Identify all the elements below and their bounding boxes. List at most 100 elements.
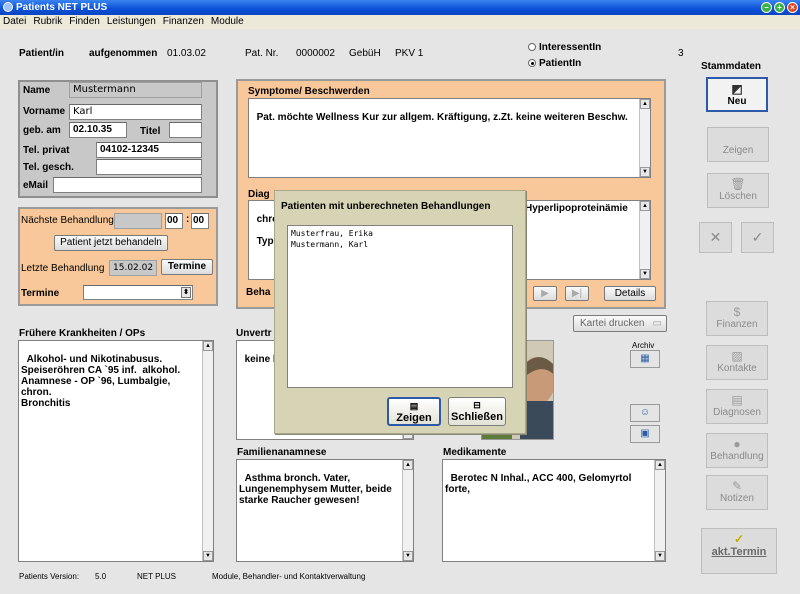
save-disk-icon[interactable]: ▣ — [630, 425, 660, 443]
gebuehr-label: GebüH — [349, 48, 381, 59]
scroll-down-icon[interactable]: ▼ — [403, 551, 413, 561]
scroll-down-icon[interactable]: ▼ — [640, 167, 650, 177]
akt-termin-button[interactable]: ✓ akt.Termin — [701, 528, 777, 574]
scroll-up-icon[interactable]: ▲ — [403, 460, 413, 470]
menu-datei[interactable]: Datei — [3, 15, 26, 29]
trash-icon: 🗑 — [730, 177, 746, 191]
unbilled-treatments-dialog: Patienten mit unberechneten Behandlungen… — [274, 190, 526, 434]
email-field[interactable] — [53, 177, 202, 193]
scroll-down-icon[interactable]: ▼ — [203, 551, 213, 561]
patient-jetzt-behandeln-button[interactable]: Patient jetzt behandeln — [54, 235, 168, 251]
maximize-icon[interactable]: + — [774, 2, 785, 13]
stammdaten-label: Stammdaten — [701, 61, 762, 72]
minute-field[interactable]: 00 — [191, 213, 209, 229]
scroll-up-icon[interactable]: ▲ — [640, 99, 650, 109]
medikamente-scrollbar[interactable]: ▲ ▼ — [654, 460, 665, 561]
familien-textarea[interactable]: Asthma bronch. Vater, Lungenemphysem Mut… — [236, 459, 414, 562]
dropdown-arrow-icon[interactable]: ⬍ — [181, 287, 191, 298]
radio-interessent[interactable] — [528, 43, 536, 51]
finanzen-button[interactable]: $ Finanzen — [706, 301, 768, 336]
menu-leistungen[interactable]: Leistungen — [107, 15, 156, 29]
familien-label: Familienanamnese — [237, 447, 327, 458]
vorname-field[interactable]: Karl — [69, 104, 202, 120]
zeigen-button[interactable]: Zeigen — [707, 127, 769, 162]
dollar-icon: $ — [733, 305, 741, 319]
scroll-up-icon[interactable]: ▲ — [655, 460, 665, 470]
dialog-schliessen-button[interactable]: ⊟ Schließen — [448, 397, 506, 426]
titel-field[interactable] — [169, 122, 202, 138]
printer-icon: ▭ — [652, 318, 662, 329]
kartei-drucken-button[interactable]: Kartei drucken ▭ — [573, 315, 667, 332]
scroll-down-icon[interactable]: ▼ — [640, 269, 650, 279]
fruehere-scrollbar[interactable]: ▲ ▼ — [202, 341, 213, 561]
photo-person-icon[interactable]: ☺ — [630, 404, 660, 422]
scroll-down-icon[interactable]: ▼ — [655, 551, 665, 561]
radio-patient[interactable] — [528, 59, 536, 67]
list-item[interactable]: Mustermann, Karl — [291, 239, 509, 250]
naechste-date-field[interactable] — [114, 213, 162, 229]
kontakte-label: Kontakte — [717, 363, 757, 374]
tel-gesch-field[interactable] — [96, 159, 202, 175]
termine-button[interactable]: Termine — [161, 259, 213, 275]
tel-privat-field[interactable]: 04102-12345 — [96, 142, 202, 158]
neu-button[interactable]: ◩ Neu — [706, 77, 768, 112]
diagnosen-button[interactable]: ▤ Diagnosen — [706, 389, 768, 424]
calendar-icon[interactable]: ▦ — [630, 350, 660, 368]
symptome-textarea[interactable]: Pat. möchte Wellness Kur zur allgem. Krä… — [248, 98, 651, 178]
geb-label: geb. am — [23, 125, 61, 136]
kartei-drucken-label: Kartei drucken — [580, 318, 645, 329]
cancel-x-icon[interactable]: ✕ — [699, 222, 732, 253]
kontakte-button[interactable]: ▨ Kontakte — [706, 345, 768, 380]
email-label: eMail — [23, 180, 49, 191]
geb-field[interactable]: 02.10.35 — [69, 122, 127, 138]
patient-list[interactable]: Musterfrau, Erika Mustermann, Karl — [287, 225, 513, 388]
behandlung-label: Beha — [246, 287, 271, 298]
finanzen-label: Finanzen — [716, 319, 758, 330]
menu-bar: Datei Rubrik Finden Leistungen Finanzen … — [0, 15, 800, 29]
last-icon[interactable]: ▶| — [565, 286, 589, 301]
menu-module[interactable]: Module — [211, 15, 244, 29]
diagnosen-scrollbar[interactable]: ▲ ▼ — [639, 201, 650, 279]
fruehere-textarea[interactable]: Alkohol- und Nikotinabusus. Speiseröhren… — [18, 340, 214, 562]
minimize-icon[interactable]: – — [761, 2, 772, 13]
unvertr-label: Unvertr — [236, 328, 272, 339]
next-icon[interactable]: ▶ — [533, 286, 557, 301]
pin-icon: ● — [733, 437, 741, 451]
dialog-zeigen-label: Zeigen — [396, 412, 432, 424]
kasse-value: PKV 1 — [395, 48, 424, 59]
footer-version: 5.0 — [95, 572, 107, 581]
notizen-button[interactable]: ✎ Notizen — [706, 475, 768, 510]
pat-nr-value: 0000002 — [296, 48, 335, 59]
symptome-text: Pat. möchte Wellness Kur zur allgem. Krä… — [256, 112, 628, 123]
loeschen-button[interactable]: 🗑 Löschen — [707, 173, 769, 208]
familien-scrollbar[interactable]: ▲ ▼ — [402, 460, 413, 561]
medikamente-label: Medikamente — [443, 447, 507, 458]
diagnosen-label: Diag — [248, 189, 270, 200]
behandlung-button[interactable]: ● Behandlung — [706, 433, 768, 468]
footer-version-label: Patients Version: — [19, 572, 80, 581]
name-label: Name — [23, 85, 51, 96]
diagnosen-button-label: Diagnosen — [713, 407, 761, 418]
confirm-check-icon[interactable]: ✓ — [741, 222, 774, 253]
scroll-up-icon[interactable]: ▲ — [203, 341, 213, 351]
contacts-icon: ▨ — [731, 349, 743, 363]
aufgenommen-label: aufgenommen — [89, 48, 158, 59]
symptome-scrollbar[interactable]: ▲ ▼ — [639, 99, 650, 177]
name-field[interactable]: Mustermann — [69, 82, 202, 98]
fruehere-text: Alkohol- und Nikotinabusus. Speiseröhren… — [21, 354, 181, 409]
menu-rubrik[interactable]: Rubrik — [33, 15, 62, 29]
pat-nr-label: Pat. Nr. — [245, 48, 279, 59]
menu-finanzen[interactable]: Finanzen — [163, 15, 204, 29]
zeigen-label: Zeigen — [722, 145, 754, 156]
dialog-zeigen-button[interactable]: ▤ Zeigen — [387, 397, 441, 426]
medikamente-textarea[interactable]: Berotec N Inhal., ACC 400, Gelomyrtol fo… — [442, 459, 666, 562]
scroll-up-icon[interactable]: ▲ — [640, 201, 650, 211]
footer-description: Module, Behandler- und Kontaktverwaltung — [212, 572, 366, 581]
list-item[interactable]: Musterfrau, Erika — [291, 228, 509, 239]
hour-field[interactable]: 00 — [165, 213, 183, 229]
details-button[interactable]: Details — [604, 286, 656, 301]
menu-finden[interactable]: Finden — [69, 15, 100, 29]
close-icon[interactable]: × — [787, 2, 798, 13]
record-count: 3 — [678, 48, 684, 59]
termine-select[interactable]: ⬍ — [83, 285, 193, 300]
